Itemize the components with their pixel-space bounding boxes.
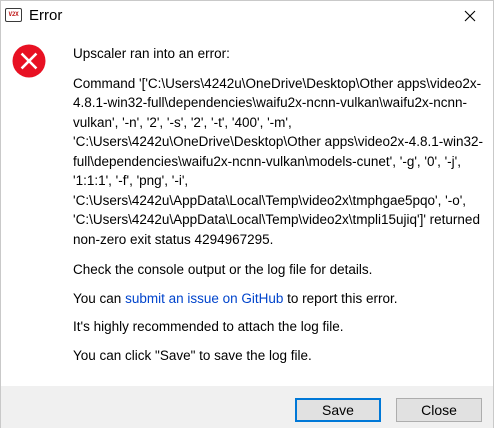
issue-prefix: You can	[73, 290, 126, 306]
error-message: Upscaler ran into an error: Command '['C…	[73, 44, 485, 374]
check-console-text: Check the console output or the log file…	[73, 262, 373, 277]
issue-suffix: to report this error.	[283, 290, 398, 306]
error-heading: Upscaler ran into an error:	[73, 46, 230, 61]
error-icon	[12, 44, 46, 78]
window-title: Error	[29, 7, 63, 24]
error-command-text: Command '['C:\Users\4242u\OneDrive\Deskt…	[73, 75, 484, 247]
close-icon	[464, 10, 476, 22]
close-button[interactable]: Close	[396, 398, 482, 422]
title-bar[interactable]: V2X Error	[1, 1, 493, 31]
save-button[interactable]: Save	[295, 398, 381, 422]
error-dialog: V2X Error Upscaler ran into an error: Co…	[0, 0, 494, 428]
app-logo-icon: V2X	[5, 8, 22, 22]
window-close-button[interactable]	[447, 1, 493, 31]
issue-report-text: You can submit an issue on GitHub to rep…	[73, 289, 485, 309]
save-hint-text: You can click "Save" to save the log fil…	[73, 347, 312, 363]
attach-log-text: It's highly recommended to attach the lo…	[73, 319, 344, 334]
github-issue-link[interactable]: submit an issue on GitHub	[125, 291, 283, 306]
button-bar: Save Close	[1, 386, 493, 428]
